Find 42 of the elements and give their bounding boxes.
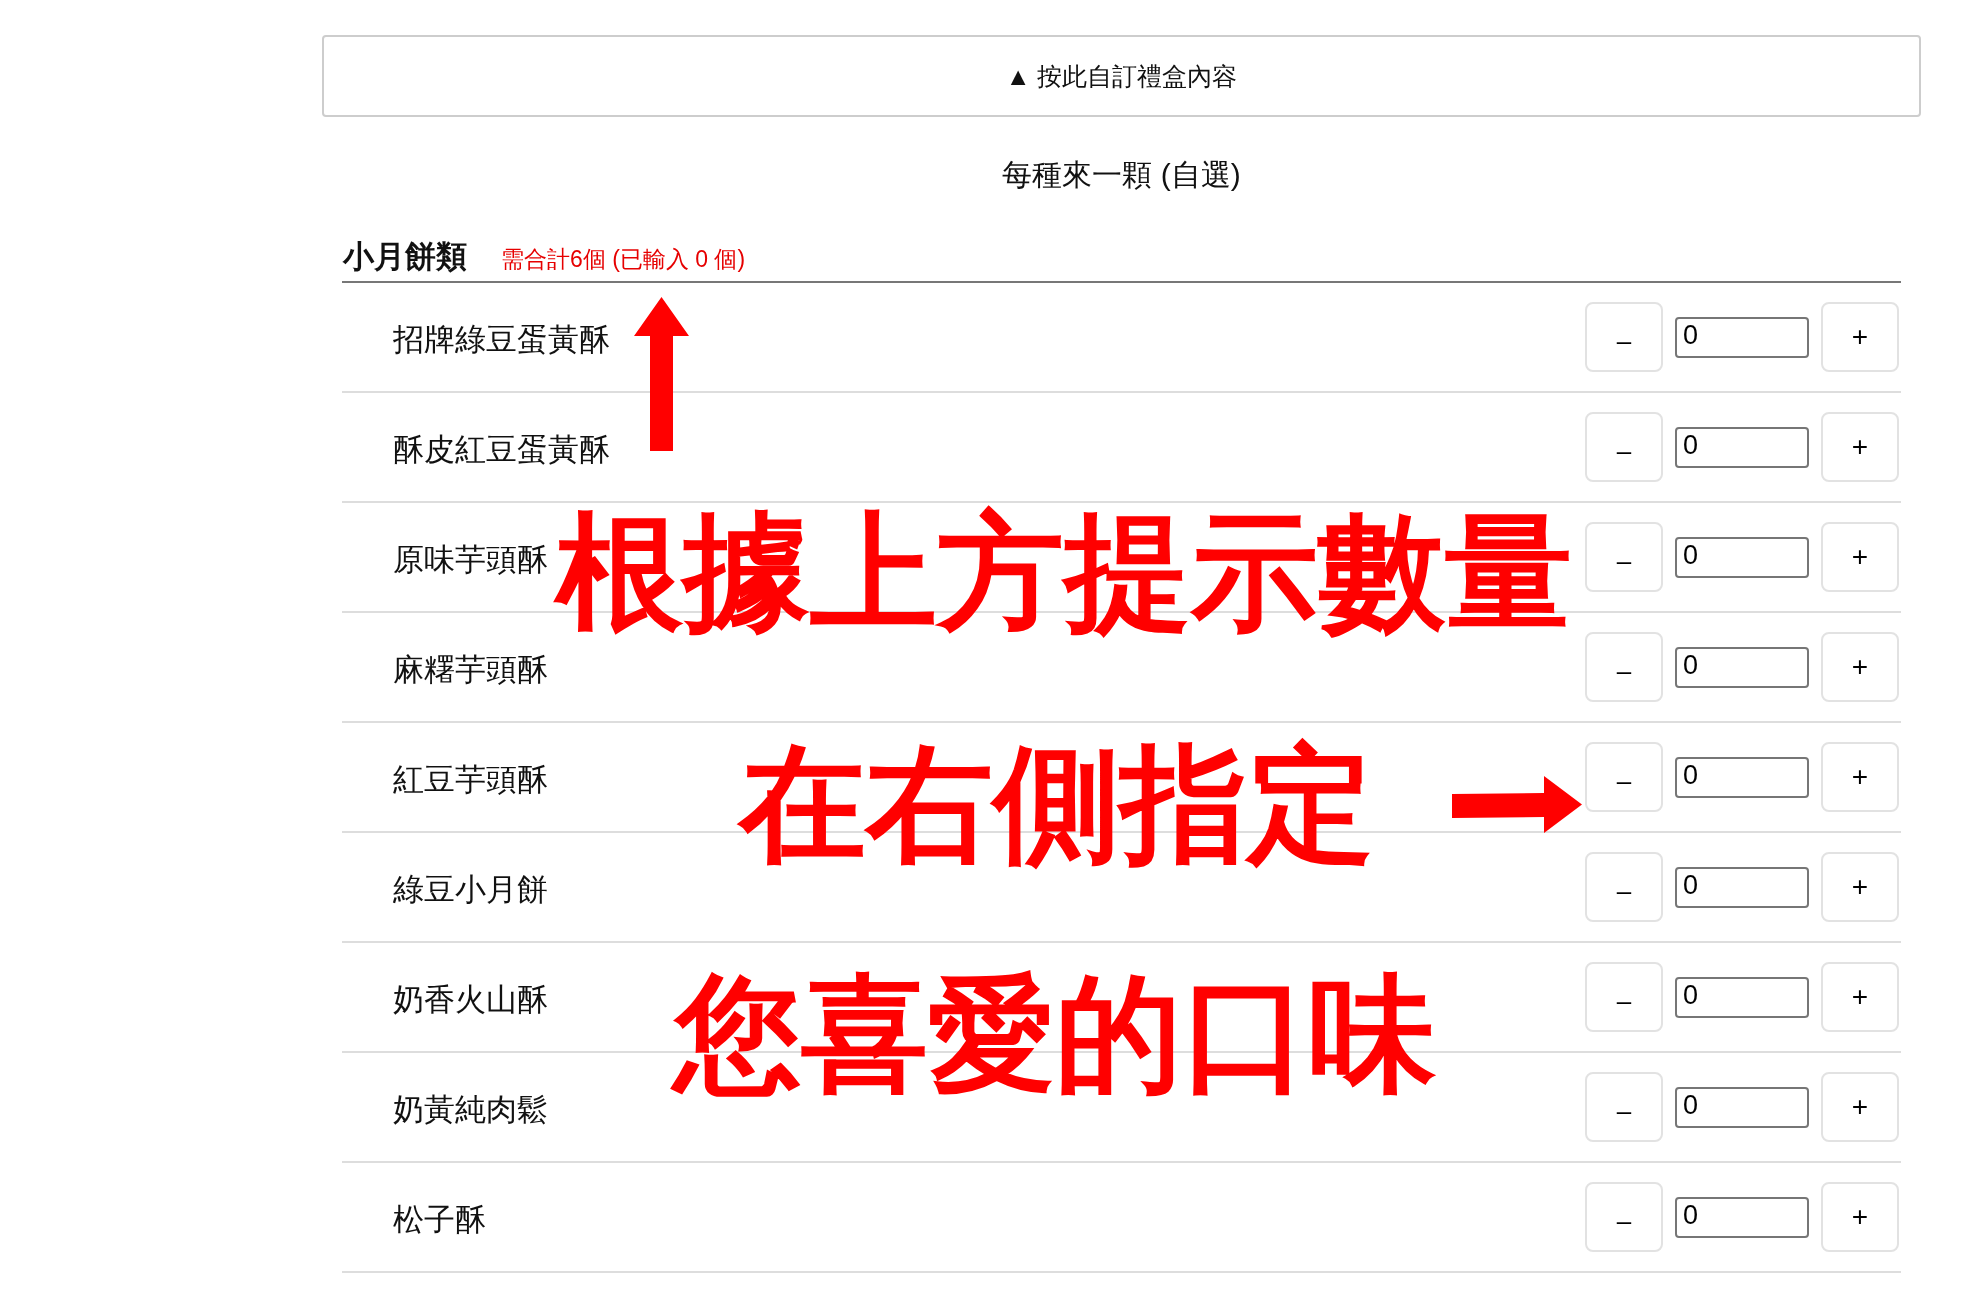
decrease-button[interactable]: – <box>1585 1072 1663 1142</box>
increase-button[interactable]: + <box>1821 1072 1899 1142</box>
item-name: 松子酥 <box>393 1201 486 1239</box>
item-name: 綠豆小月餅 <box>393 871 548 909</box>
decrease-button[interactable]: – <box>1585 1182 1663 1252</box>
quantity-input[interactable]: 0 <box>1675 536 1809 578</box>
item-name: 酥皮紅豆蛋黃酥 <box>393 431 610 469</box>
item-name: 招牌綠豆蛋黃酥 <box>393 321 610 359</box>
increase-button[interactable]: + <box>1821 852 1899 922</box>
up-arrow-icon <box>634 297 689 451</box>
increase-button[interactable]: + <box>1821 742 1899 812</box>
item-name: 麻糬芋頭酥 <box>393 651 548 689</box>
decrease-button[interactable]: – <box>1585 302 1663 372</box>
item-name: 原味芋頭酥 <box>393 541 548 579</box>
right-arrow-icon <box>1452 776 1582 833</box>
increase-button[interactable]: + <box>1821 522 1899 592</box>
quantity-input[interactable]: 0 <box>1675 426 1809 468</box>
increase-button[interactable]: + <box>1821 962 1899 1032</box>
decrease-button[interactable]: – <box>1585 852 1663 922</box>
decrease-button[interactable]: – <box>1585 522 1663 592</box>
quantity-input[interactable]: 0 <box>1675 756 1809 798</box>
decrease-button[interactable]: – <box>1585 962 1663 1032</box>
option-title: 每種來一顆 (自選) <box>1002 157 1241 193</box>
item-name: 紅豆芋頭酥 <box>393 761 548 799</box>
increase-button[interactable]: + <box>1821 632 1899 702</box>
increase-button[interactable]: + <box>1821 302 1899 372</box>
increase-button[interactable]: + <box>1821 412 1899 482</box>
item-name: 奶黃純肉鬆 <box>393 1091 548 1129</box>
quantity-input[interactable]: 0 <box>1675 1196 1809 1238</box>
item-name: 奶香火山酥 <box>393 981 548 1019</box>
quantity-input[interactable]: 0 <box>1675 646 1809 688</box>
decrease-button[interactable]: – <box>1585 412 1663 482</box>
decrease-button[interactable]: – <box>1585 632 1663 702</box>
category-title: 小月餅類 <box>343 238 467 276</box>
requirement-note: 需合計6個 (已輸入 0 個) <box>501 245 746 274</box>
quantity-input[interactable]: 0 <box>1675 866 1809 908</box>
increase-button[interactable]: + <box>1821 1182 1899 1252</box>
quantity-input[interactable]: 0 <box>1675 976 1809 1018</box>
quantity-input[interactable]: 0 <box>1675 316 1809 358</box>
quantity-input[interactable]: 0 <box>1675 1086 1809 1128</box>
customize-toggle-button[interactable]: ▲ 按此自訂禮盒內容 <box>322 35 1921 117</box>
decrease-button[interactable]: – <box>1585 742 1663 812</box>
